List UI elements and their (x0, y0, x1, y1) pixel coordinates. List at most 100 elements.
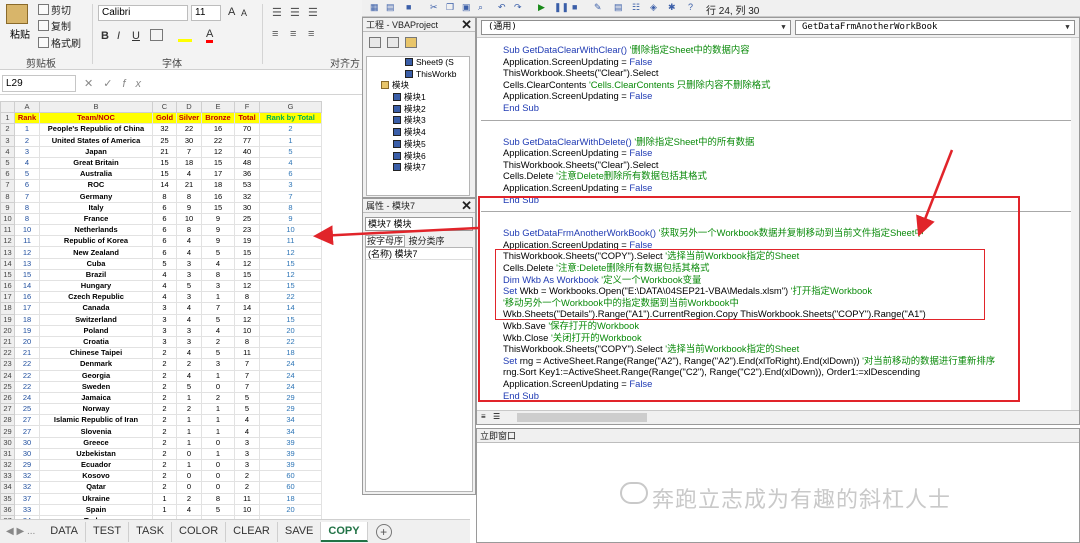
row-number[interactable]: 24 (0, 369, 15, 382)
data-cell[interactable]: Brazil (39, 268, 153, 282)
column-header[interactable]: F (234, 101, 260, 114)
data-cell[interactable]: 6 (259, 168, 322, 181)
data-cell[interactable]: 9 (176, 201, 202, 214)
data-cell[interactable]: Netherlands (39, 224, 153, 237)
data-cell[interactable]: Germany (39, 190, 153, 203)
code-line[interactable]: Application.ScreenUpdating = False (503, 56, 652, 68)
data-cell[interactable]: 30 (234, 201, 260, 214)
data-cell[interactable]: 9 (259, 212, 322, 226)
data-cell[interactable]: 32 (234, 190, 260, 203)
data-cell[interactable]: 5 (176, 380, 202, 393)
row-number[interactable]: 25 (0, 380, 15, 393)
data-cell[interactable]: Islamic Republic of Iran (39, 414, 153, 427)
cancel-icon[interactable]: ✕ (84, 78, 103, 90)
header-cell[interactable]: Rank by Total (259, 112, 322, 125)
data-cell[interactable]: 3 (176, 324, 202, 337)
data-cell[interactable]: Canada (39, 302, 153, 315)
data-cell[interactable]: 19 (14, 324, 40, 337)
tree-item-sheet[interactable]: Sheet9 (S (369, 57, 469, 69)
border-button[interactable] (150, 29, 163, 41)
data-cell[interactable]: 3 (176, 291, 202, 304)
data-cell[interactable]: 27 (14, 414, 40, 427)
data-cell[interactable]: 2 (201, 391, 235, 405)
data-cell[interactable]: 3 (176, 335, 202, 349)
code-line[interactable]: Application.ScreenUpdating = False (503, 90, 652, 102)
data-cell[interactable]: ROC (39, 179, 153, 192)
row-number[interactable]: 5 (0, 156, 15, 170)
data-cell[interactable]: 3 (234, 458, 260, 472)
data-cell[interactable]: 5 (14, 168, 40, 181)
data-cell[interactable]: 22 (201, 134, 235, 147)
data-cell[interactable]: Republic of Korea (39, 235, 153, 248)
tab-scroll-icon[interactable]: ◀ ▶ ... (6, 526, 35, 537)
data-cell[interactable]: 5 (259, 145, 322, 158)
tab-alphabetic[interactable]: 按字母序 (365, 235, 406, 247)
font-size-select[interactable]: 11 (191, 5, 221, 21)
view-code-icon[interactable] (369, 36, 381, 48)
data-cell[interactable]: Japan (39, 145, 153, 158)
data-cell[interactable]: 24 (259, 369, 322, 382)
data-cell[interactable]: 2 (152, 425, 177, 438)
row-number[interactable]: 19 (0, 313, 15, 326)
data-cell[interactable]: 14 (14, 279, 40, 293)
data-cell[interactable]: 8 (201, 492, 235, 505)
data-cell[interactable]: 29 (14, 458, 40, 472)
data-cell[interactable]: 9 (201, 224, 235, 237)
data-cell[interactable]: 29 (259, 403, 322, 416)
data-cell[interactable]: 48 (234, 156, 260, 170)
underline-button[interactable]: U (132, 30, 140, 42)
copy-icon[interactable]: ❐ (446, 2, 454, 13)
data-cell[interactable]: 15 (234, 246, 260, 259)
header-cell[interactable]: Bronze (201, 112, 235, 125)
align-middle-icon[interactable]: ☰ (290, 6, 300, 19)
data-cell[interactable]: 8 (234, 291, 260, 304)
data-cell[interactable]: Slovenia (39, 425, 153, 438)
scroll-thumb[interactable] (517, 413, 647, 422)
data-cell[interactable]: 34 (259, 425, 322, 438)
data-cell[interactable]: 1 (176, 436, 202, 449)
column-header[interactable]: C (152, 101, 177, 114)
data-cell[interactable]: 2 (234, 470, 260, 483)
data-cell[interactable]: 0 (176, 481, 202, 494)
row-number[interactable]: 31 (0, 447, 15, 461)
data-cell[interactable]: 14 (234, 302, 260, 315)
reset-icon[interactable]: ■ (572, 2, 577, 12)
data-cell[interactable]: 7 (234, 358, 260, 371)
data-cell[interactable]: 19 (234, 235, 260, 248)
data-cell[interactable]: 11 (234, 347, 260, 360)
toolbox-icon[interactable]: ✱ (668, 2, 676, 13)
paste-icon[interactable] (6, 4, 28, 24)
row-number[interactable]: 36 (0, 503, 15, 516)
data-cell[interactable]: 11 (259, 235, 322, 248)
name-box[interactable]: L29 (2, 75, 76, 92)
data-cell[interactable]: 2 (152, 414, 177, 427)
data-cell[interactable]: 2 (176, 403, 202, 416)
data-cell[interactable]: 2 (152, 447, 177, 461)
data-cell[interactable]: 36 (234, 168, 260, 181)
tree-item-module[interactable]: 模块4 (369, 127, 469, 139)
data-cell[interactable]: 8 (176, 224, 202, 237)
data-cell[interactable]: 70 (234, 123, 260, 136)
copy-button[interactable]: 复制 (38, 18, 71, 33)
help-icon[interactable]: ? (688, 2, 693, 12)
column-header[interactable]: G (259, 101, 322, 114)
data-cell[interactable]: 30 (14, 447, 40, 461)
data-cell[interactable]: 0 (176, 470, 202, 483)
data-cell[interactable]: 3 (259, 179, 322, 192)
align-left-icon[interactable]: ≡ (272, 28, 278, 40)
run-icon[interactable]: ▶ (538, 2, 545, 13)
data-cell[interactable]: 3 (152, 324, 177, 337)
data-cell[interactable]: 3 (201, 279, 235, 293)
tree-item-module[interactable]: 模块5 (369, 139, 469, 151)
tab-save[interactable]: SAVE (278, 521, 322, 542)
data-cell[interactable]: 10 (259, 224, 322, 237)
insert-module-icon[interactable]: ▤ (386, 2, 395, 13)
data-cell[interactable]: 77 (234, 134, 260, 147)
data-cell[interactable]: 5 (201, 503, 235, 516)
data-cell[interactable]: 18 (176, 156, 202, 170)
tab-task[interactable]: TASK (129, 521, 173, 542)
data-cell[interactable]: 12 (14, 246, 40, 259)
row-number[interactable]: 21 (0, 335, 15, 349)
data-cell[interactable]: 1 (201, 403, 235, 416)
paste-icon[interactable]: ▣ (462, 2, 471, 13)
